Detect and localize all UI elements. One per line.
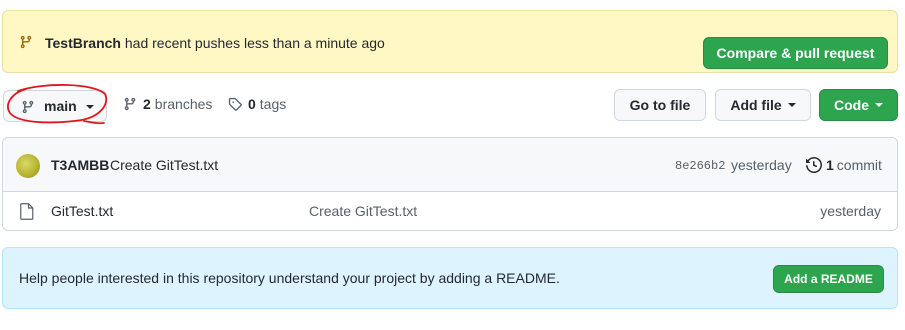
tag-icon xyxy=(228,97,242,111)
table-row: GitTest.txt Create GitTest.txt yesterday xyxy=(3,193,897,230)
tags-count: 0 xyxy=(248,96,256,112)
file-icon xyxy=(20,203,34,220)
commit-count: 1 xyxy=(826,157,834,173)
git-branch-icon xyxy=(124,97,136,111)
readme-callout: Help people interested in this repositor… xyxy=(2,247,898,309)
file-commit-message-link[interactable]: Create GitTest.txt xyxy=(309,203,417,219)
latest-commit-row: T3AMBB Create GitTest.txt 8e266b2 yester… xyxy=(3,138,897,192)
chevron-down-icon xyxy=(875,103,883,107)
push-notice: TestBranch had recent pushes less than a… xyxy=(45,34,385,52)
add-readme-button[interactable]: Add a README xyxy=(773,265,884,293)
avatar[interactable] xyxy=(16,154,40,178)
commit-author-link[interactable]: T3AMBB xyxy=(51,157,109,173)
chevron-down-icon xyxy=(86,105,94,109)
commit-sha-link[interactable]: 8e266b2 xyxy=(675,159,725,173)
git-branch-icon xyxy=(20,35,32,49)
commit-history-link[interactable]: 1 commit xyxy=(806,157,882,173)
push-notice-message: had recent pushes less than a minute ago xyxy=(120,35,385,51)
readme-message: Help people interested in this repositor… xyxy=(19,270,560,286)
file-time: yesterday xyxy=(820,203,881,219)
add-file-button[interactable]: Add file xyxy=(715,89,811,121)
current-branch-label: main xyxy=(44,98,77,114)
branches-count: 2 xyxy=(143,96,151,112)
tags-label: tags xyxy=(259,96,287,112)
pushed-branch-link[interactable]: TestBranch xyxy=(45,35,121,51)
file-name-link[interactable]: GitTest.txt xyxy=(51,203,113,219)
chevron-down-icon xyxy=(787,103,796,107)
commit-time: yesterday xyxy=(731,157,792,173)
history-icon xyxy=(806,157,822,173)
add-file-label: Add file xyxy=(730,97,782,113)
code-button[interactable]: Code xyxy=(819,89,898,121)
compare-pull-request-button[interactable]: Compare & pull request xyxy=(703,37,888,69)
branch-select-button[interactable]: main xyxy=(3,90,107,122)
git-branch-icon xyxy=(22,100,34,114)
branches-label: branches xyxy=(154,96,213,112)
repo-page: TestBranch had recent pushes less than a… xyxy=(0,0,905,330)
go-to-file-button[interactable]: Go to file xyxy=(614,89,706,121)
code-label: Code xyxy=(834,97,869,113)
branches-link[interactable]: 2 branches xyxy=(123,96,212,112)
tags-link[interactable]: 0 tags xyxy=(228,96,286,112)
go-to-file-label: Go to file xyxy=(629,97,691,113)
file-listing: T3AMBB Create GitTest.txt 8e266b2 yester… xyxy=(2,137,898,231)
recent-push-banner: TestBranch had recent pushes less than a… xyxy=(2,10,898,73)
commit-message-link[interactable]: Create GitTest.txt xyxy=(110,157,218,173)
commit-count-label: commit xyxy=(836,157,882,173)
